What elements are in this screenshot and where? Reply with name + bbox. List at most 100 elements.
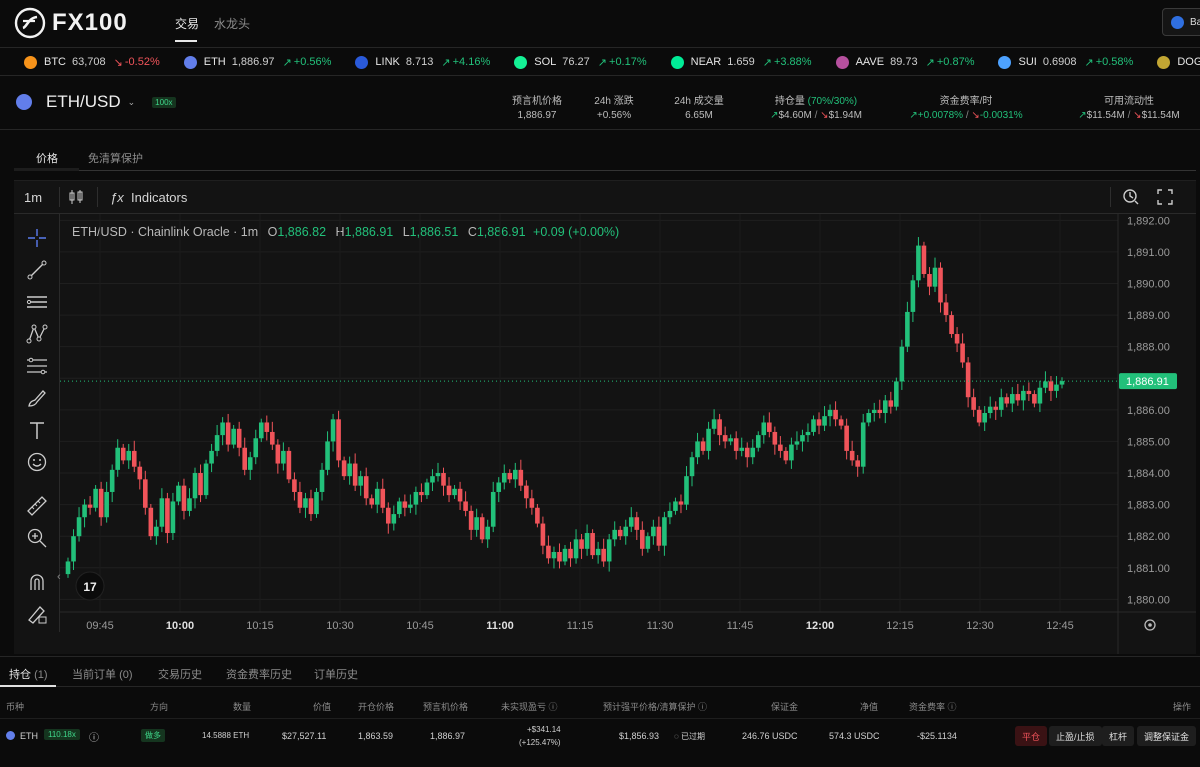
candle-body <box>998 397 1004 410</box>
candle-body <box>584 533 590 549</box>
row-liq: $1,856.93 <box>619 731 660 741</box>
candle-body <box>938 267 943 303</box>
candle-body <box>446 485 452 496</box>
candle-body <box>82 504 87 518</box>
y-tick-label: 1,884.00 <box>1127 468 1170 480</box>
candle-body <box>501 473 507 483</box>
candle-body <box>137 466 143 480</box>
row-oracle: 1,886.97 <box>430 731 466 741</box>
tab-order-history[interactable]: 订单历史 <box>314 666 358 682</box>
candle-body <box>214 435 220 451</box>
candle-body <box>192 473 198 499</box>
candle-body <box>546 545 551 559</box>
candle-body <box>700 441 706 451</box>
candle-body <box>496 482 502 492</box>
chart-settings-icon <box>1148 623 1152 627</box>
candle-body <box>247 457 253 470</box>
candle-body <box>794 441 800 445</box>
candle-body <box>673 501 678 511</box>
candle-body <box>910 280 916 312</box>
candle-body <box>358 476 363 486</box>
candle-body <box>524 485 529 499</box>
candle-body <box>871 409 877 413</box>
y-tick-label: 1,885.00 <box>1127 436 1170 448</box>
candle-body <box>485 526 490 540</box>
candle-body <box>894 381 899 407</box>
candle-body <box>750 447 756 458</box>
candle-body <box>319 469 325 492</box>
leverage-button[interactable]: 杠杆 <box>1102 726 1135 746</box>
adjust-margin-button[interactable]: 调整保证金 <box>1137 726 1197 746</box>
candle-body <box>419 491 424 496</box>
candle-body <box>518 469 524 486</box>
candle-body <box>352 463 358 486</box>
candle-body <box>932 267 938 287</box>
candle-body <box>253 438 259 458</box>
candle-body <box>916 245 921 281</box>
candle-body <box>606 539 612 562</box>
candle-body <box>71 536 76 562</box>
candle-body <box>529 498 535 508</box>
candle-body <box>949 315 954 335</box>
col-size: 数量 <box>233 702 252 712</box>
candle-body <box>562 548 568 562</box>
candle-body <box>463 501 468 511</box>
candle-body <box>706 428 711 451</box>
candle-body <box>899 346 905 382</box>
y-tick-label: 1,892.00 <box>1127 215 1170 227</box>
candle-body <box>402 501 408 508</box>
candle-body <box>667 510 673 518</box>
candle-body <box>109 469 115 492</box>
y-tick-label: 1,888.00 <box>1127 342 1170 354</box>
candle-body <box>761 422 767 436</box>
x-tick-label: 12:30 <box>966 620 994 632</box>
candle-body <box>744 447 750 458</box>
candle-body <box>662 517 667 546</box>
price-chart[interactable]: 1,892.00 1,891.00 1,890.00 1,889.00 1,888.00… <box>0 0 1200 660</box>
candle-body <box>181 485 187 511</box>
candle-body <box>408 504 413 508</box>
candle-body <box>435 473 441 477</box>
candle-body <box>264 422 270 432</box>
candle-body <box>954 334 960 344</box>
candle-body <box>1026 390 1032 395</box>
row-size: 14.5888 ETH <box>202 731 250 740</box>
row-protect: ◌ 已过期 <box>674 732 705 741</box>
candle-body <box>131 450 137 467</box>
tab-funding-history[interactable]: 资金费率历史 <box>226 666 292 682</box>
candle-body <box>573 539 579 559</box>
candle-body <box>866 413 872 423</box>
candle-body <box>557 551 562 562</box>
candle-body <box>115 447 120 470</box>
eth-icon <box>6 731 15 740</box>
candle-body <box>275 444 281 464</box>
tp-sl-button[interactable]: 止盈/止损 <box>1049 726 1102 746</box>
candle-body <box>1015 394 1021 401</box>
close-position-button[interactable]: 平仓 <box>1015 726 1048 746</box>
col-liq: 预计强平价格/清算保护 ⓘ <box>603 702 708 712</box>
candle-body <box>1004 397 1010 404</box>
candle-body <box>225 422 231 445</box>
candle-body <box>457 488 463 502</box>
candle-body <box>651 526 656 537</box>
row-margin: 246.76 USDC <box>742 731 798 741</box>
x-tick-label: 11:45 <box>727 620 754 632</box>
tab-open-orders[interactable]: 当前订单 (0) <box>72 666 133 682</box>
candle-body <box>165 498 170 534</box>
collapse-toolbar-icon: ‹ <box>57 571 61 583</box>
candle-body <box>717 419 722 436</box>
tab-positions[interactable]: 持仓 (1) <box>9 666 48 682</box>
tab-trade-history[interactable]: 交易历史 <box>158 666 202 682</box>
candle-body <box>623 526 629 537</box>
info-icon[interactable]: ⓘ <box>89 729 99 744</box>
candle-body <box>1021 390 1026 401</box>
candle-body <box>540 523 546 546</box>
candle-body <box>236 428 242 448</box>
candle-body <box>1037 387 1043 404</box>
candle-body <box>380 488 386 508</box>
candle-body <box>281 450 286 464</box>
candle-body <box>104 491 109 518</box>
row-coin: ETH <box>20 731 38 741</box>
y-tick-label: 1,880.00 <box>1127 594 1170 606</box>
candle-body <box>800 435 805 442</box>
